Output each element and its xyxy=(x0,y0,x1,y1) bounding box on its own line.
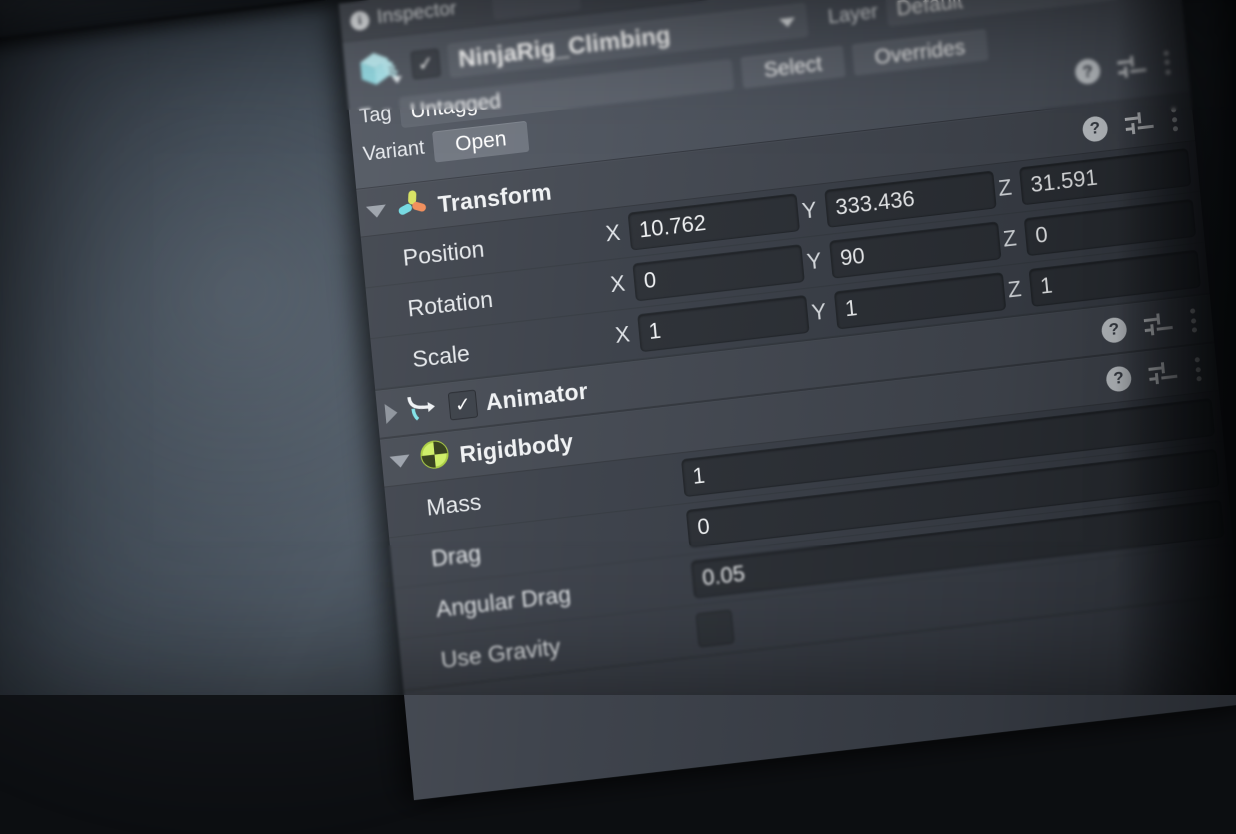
tab-inspector[interactable]: i Inspector xyxy=(349,0,458,32)
help-icon[interactable]: ? xyxy=(1081,114,1109,143)
object-name-value: NinjaRig_Climbing xyxy=(457,21,672,74)
open-button[interactable]: Open xyxy=(432,120,530,163)
component-rigidbody-title: Rigidbody xyxy=(458,428,575,468)
scale-label: Scale xyxy=(411,339,471,372)
axis-x-label: X xyxy=(614,321,632,348)
component-transform-title: Transform xyxy=(436,177,553,217)
axis-z-label: Z xyxy=(997,174,1013,201)
rigidbody-icon xyxy=(417,437,452,479)
use-gravity-checkbox[interactable] xyxy=(695,609,735,648)
animator-icon xyxy=(405,390,442,430)
object-enabled-checkbox[interactable]: ✓ xyxy=(410,48,441,80)
tab-inspector-label: Inspector xyxy=(376,0,458,29)
right-shadow-overlay xyxy=(1116,0,1236,695)
help-icon[interactable]: ? xyxy=(1074,57,1102,86)
layer-value: Default xyxy=(895,0,964,21)
animator-enabled-checkbox[interactable]: ✓ xyxy=(447,389,479,421)
component-animator-title: Animator xyxy=(484,377,589,415)
tag-value: Untagged xyxy=(409,89,502,123)
transform-gizmo-icon xyxy=(393,186,431,230)
inspector-panel-container: i Inspector ✓ NinjaRig_Climbing Layer De… xyxy=(338,0,1236,801)
axis-y-label: Y xyxy=(800,197,818,224)
axis-z-label: Z xyxy=(1006,276,1023,303)
prefab-variant-cube-icon[interactable] xyxy=(353,44,405,95)
tag-label: Tag xyxy=(358,102,393,128)
variant-label: Variant xyxy=(361,136,426,166)
axis-y-label: Y xyxy=(805,247,823,275)
inspector-panel: i Inspector ✓ NinjaRig_Climbing Layer De… xyxy=(338,0,1236,801)
axis-z-label: Z xyxy=(1002,225,1018,252)
axis-x-label: X xyxy=(609,270,627,298)
disclosure-triangle-icon[interactable] xyxy=(384,402,399,424)
disclosure-triangle-icon[interactable] xyxy=(389,454,411,469)
layer-label: Layer xyxy=(826,0,879,28)
axis-x-label: X xyxy=(604,219,622,247)
select-button[interactable]: Select xyxy=(740,46,846,89)
chevron-down-icon[interactable] xyxy=(778,17,796,29)
info-icon: i xyxy=(349,9,371,31)
disclosure-triangle-icon[interactable] xyxy=(365,204,387,219)
axis-y-label: Y xyxy=(810,298,828,326)
